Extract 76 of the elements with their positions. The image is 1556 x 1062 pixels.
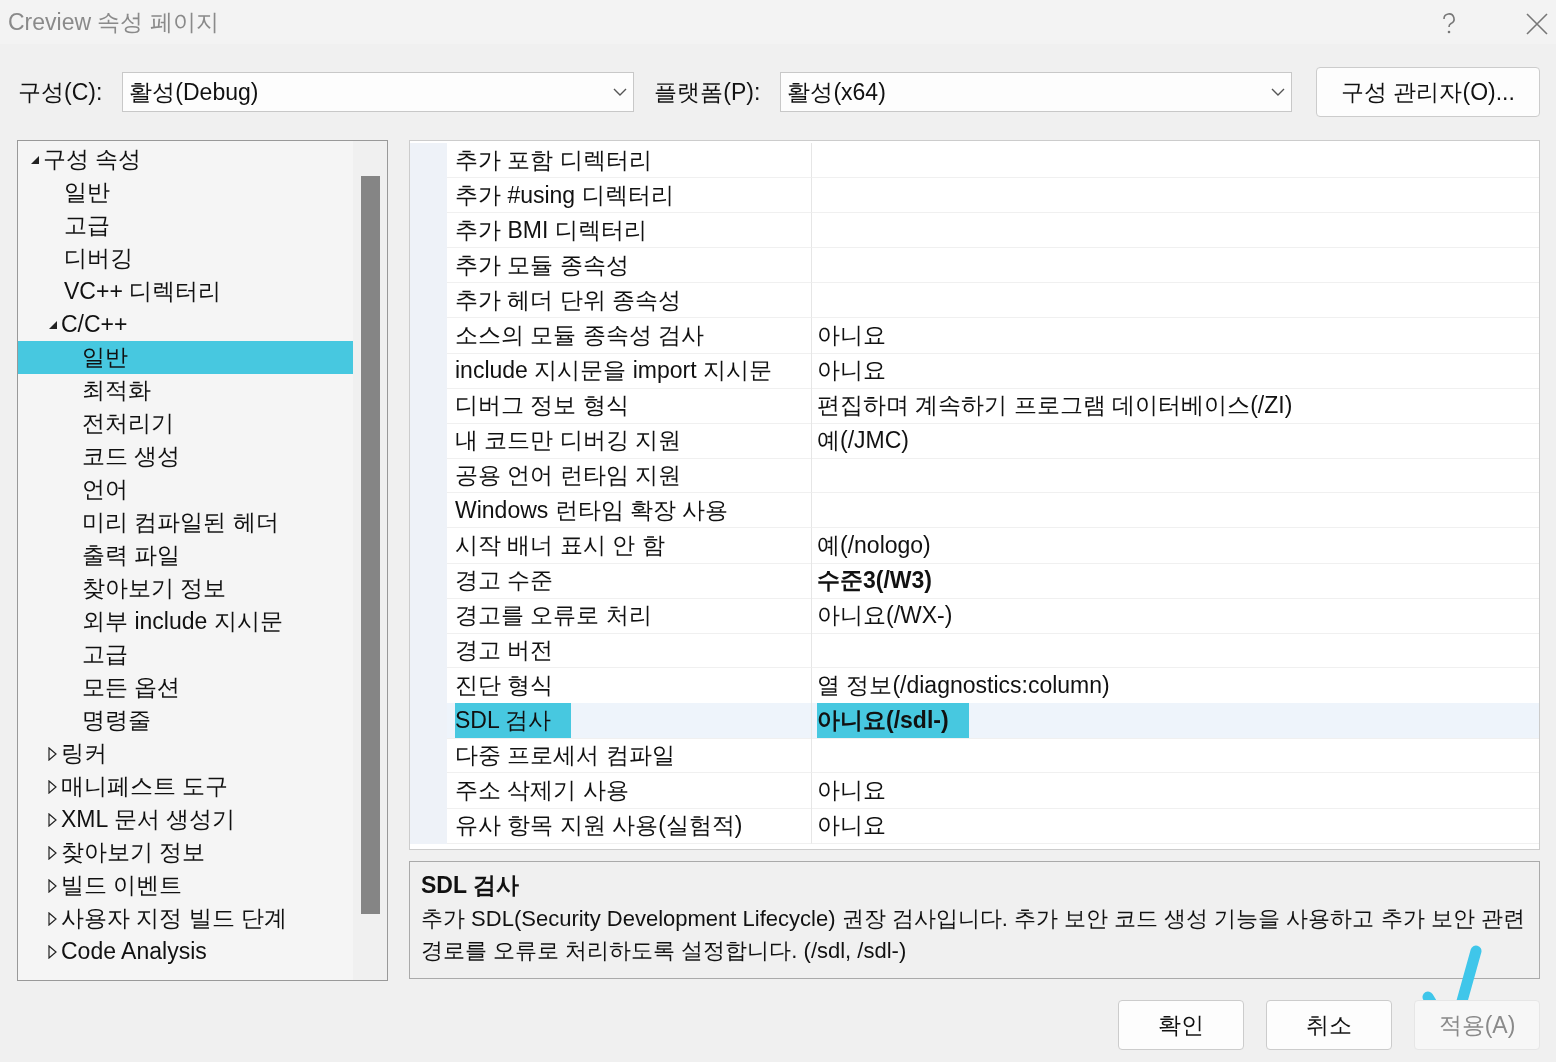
row-margin [410,143,447,178]
tree-item[interactable]: 일반 [64,175,110,210]
property-name[interactable]: 경고 버전 [455,633,554,667]
tree-item[interactable]: 외부 include 지시문 [82,604,283,639]
property-name[interactable]: 경고를 오류로 처리 [455,598,652,633]
config-manager-button[interactable]: 구성 관리자(O)... [1316,67,1540,117]
dialog-button[interactable]: 취소 [1266,1000,1392,1050]
tree-item[interactable]: XML 문서 생성기 [61,802,236,837]
tree-item[interactable]: 매니페스트 도구 [61,769,229,804]
description-title: SDL 검사 [421,871,520,900]
dropdown-value: 활성(x64) [787,77,886,107]
field-label: 구성(C): [18,77,103,107]
property-name[interactable]: 진단 형식 [455,668,554,703]
tree-item[interactable]: 링커 [61,736,107,771]
property-value[interactable]: 아니요(/sdl-) [817,703,969,738]
property-value[interactable]: 편집하며 계속하기 프로그램 데이터베이스(/ZI) [817,388,1293,423]
property-name[interactable]: Windows 런타임 확장 사용 [455,493,729,527]
property-value[interactable]: 예(/JMC) [817,423,909,458]
dropdown-value: 활성(Debug) [129,77,259,107]
tree-item[interactable]: 미리 컴파일된 헤더 [82,505,279,540]
tree-item[interactable]: 찾아보기 정보 [61,835,206,870]
tree-item[interactable]: VC++ 디렉터리 [64,274,222,309]
chevron-down-icon [613,88,628,96]
tree-item[interactable]: 최적화 [82,373,151,408]
tree-item[interactable]: 찾아보기 정보 [82,571,227,606]
tree-item-selected[interactable]: 일반 [18,341,353,374]
dialog-button[interactable]: 확인 [1118,1000,1244,1050]
property-name[interactable]: 추가 모듈 종속성 [455,248,629,282]
close-icon [1526,12,1548,35]
property-value[interactable]: 아니요 [817,808,886,843]
tree-item[interactable]: 디버깅 [64,241,133,276]
property-name[interactable]: 시작 배너 표시 안 함 [455,528,665,563]
row-margin [410,808,447,844]
tree-item[interactable]: 구성 속성 [43,142,142,177]
dropdown[interactable]: 활성(x64) [780,72,1293,112]
property-value[interactable]: 아니요 [817,773,886,808]
property-name[interactable]: 추가 헤더 단위 종속성 [455,283,682,317]
property-value[interactable]: 아니요(/WX-) [817,598,953,633]
chevron-down-icon [1271,88,1286,96]
tree-item[interactable]: Code Analysis [61,934,207,969]
window-title: Creview 속성 페이지 [8,7,219,37]
property-name[interactable]: 유사 항목 지원 사용(실험적) [455,808,743,843]
property-name[interactable]: 공용 언어 런타임 지원 [455,458,682,492]
tree-item[interactable]: 빌드 이벤트 [61,868,183,903]
tree-item[interactable]: 명령줄 [82,703,151,738]
property-name[interactable]: 추가 BMI 디렉터리 [455,213,647,247]
tree-item[interactable]: 전처리기 [82,406,174,441]
property-name[interactable]: 내 코드만 디버깅 지원 [455,423,682,458]
property-name[interactable]: 다중 프로세서 컴파일 [455,738,675,772]
scrollbar-thumb[interactable] [360,176,380,914]
tree-item[interactable]: 출력 파일 [82,538,181,573]
property-name[interactable]: 디버그 정보 형식 [455,388,629,423]
description-text: 추가 SDL(Security Development Lifecycle) 권장 검사입니다. 추가 보안 코드 생성 기능을 사용하고 추가 보안 관련 경로를 오류로 처리하도록 설정합니다. (/sdl, /sdl-) [421,904,1526,965]
tree-item[interactable]: 모든 옵션 [82,670,181,705]
scrollbar[interactable] [353,141,387,980]
property-value[interactable]: 수준3(/W3) [817,563,932,598]
help-icon [1442,11,1456,36]
tree-item[interactable]: 고급 [82,637,128,672]
property-name[interactable]: 추가 포함 디렉터리 [455,143,652,177]
property-name[interactable]: 추가 #using 디렉터리 [455,178,674,212]
field-label: 플랫폼(P): [654,77,761,107]
property-value[interactable]: 아니요 [817,318,886,353]
property-value[interactable]: 열 정보(/diagnostics:column) [817,668,1110,703]
property-name[interactable]: SDL 검사 [455,703,572,738]
property-name[interactable]: 주소 삭제기 사용 [455,773,629,808]
property-name[interactable]: include 지시문을 import 지시문 [455,353,772,388]
tree-item[interactable]: 고급 [64,208,110,243]
tree-item[interactable]: 사용자 지정 빌드 단계 [61,901,288,936]
property-name[interactable]: 경고 수준 [455,563,554,598]
tree-item[interactable]: C/C++ [61,307,128,342]
property-value[interactable]: 아니요 [817,353,886,388]
tree-item[interactable]: 언어 [82,472,128,507]
property-value[interactable]: 예(/nologo) [817,528,931,563]
tree-item[interactable]: 코드 생성 [82,439,181,474]
property-name[interactable]: 소스의 모듈 종속성 검사 [455,318,705,353]
dropdown[interactable]: 활성(Debug) [122,72,635,112]
